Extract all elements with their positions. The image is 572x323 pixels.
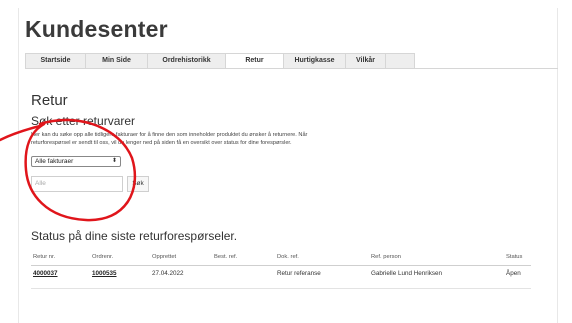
select-arrows-icon: ⬍ (111, 158, 117, 164)
cell-status: Åpen (506, 270, 521, 277)
col-retur-nr: Retur nr. (33, 254, 56, 260)
tab-min-side[interactable]: Min Side (86, 54, 148, 68)
col-dok-ref: Dok. ref. (277, 254, 299, 260)
site-title: Kundesenter (25, 16, 168, 42)
table-row: 4000037 1000535 27.04.2022 Retur referan… (31, 266, 531, 280)
tab-retur[interactable]: Retur (226, 54, 284, 68)
invoice-filter-value: Alle fakturaer (35, 158, 74, 165)
invoice-filter-select[interactable]: Alle fakturaer ⬍ (31, 156, 121, 167)
tab-startside[interactable]: Startside (26, 54, 86, 68)
col-best-ref: Best. ref. (214, 254, 238, 260)
search-section-heading: Søk etter returvarer (31, 114, 136, 128)
intro-text: Her kan du søke opp alle tidligere faktu… (31, 131, 411, 147)
col-opprettet: Opprettet (152, 254, 177, 260)
row-divider (31, 288, 531, 289)
ordre-nr-link[interactable]: 1000535 (92, 270, 117, 277)
cell-opprettet: 27.04.2022 (152, 270, 184, 277)
intro-line-2: returforespørsel er sendt til oss, vil d… (31, 140, 292, 146)
retur-nr-link[interactable]: 4000037 (33, 270, 58, 277)
intro-line-1: Her kan du søke opp alle tidligere faktu… (31, 132, 308, 138)
tab-empty (386, 54, 414, 68)
tab-ordrehistorikk[interactable]: Ordrehistorikk (148, 54, 226, 68)
tab-hurtigkasse[interactable]: Hurtigkasse (284, 54, 346, 68)
cell-dok-ref: Retur referanse (277, 270, 321, 277)
returns-table: Retur nr. Ordrenr. Opprettet Best. ref. … (31, 254, 531, 289)
search-input[interactable]: Alle (31, 176, 123, 192)
col-ordre-nr: Ordrenr. (92, 254, 114, 260)
search-button[interactable]: Søk (127, 176, 149, 192)
table-header: Retur nr. Ordrenr. Opprettet Best. ref. … (31, 254, 531, 266)
page-title: Retur (31, 92, 68, 109)
col-status: Status (506, 254, 523, 260)
tab-vilkar[interactable]: Vilkår (346, 54, 386, 68)
tab-bar: Startside Min Side Ordrehistorikk Retur … (25, 53, 415, 68)
content-divider (25, 68, 558, 69)
status-heading: Status på dine siste returforespørseler. (31, 229, 238, 243)
cell-ref-person: Gabrielle Lund Henriksen (371, 270, 443, 277)
col-ref-person: Ref. person (371, 254, 401, 260)
